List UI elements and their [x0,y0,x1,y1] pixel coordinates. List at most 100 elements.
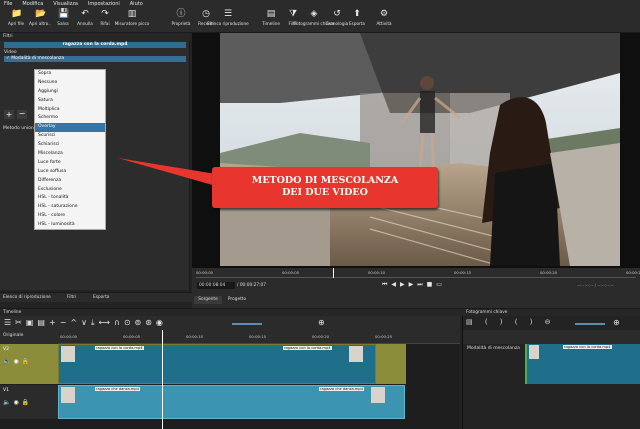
toolbar-label: Rifai [100,21,110,26]
toolbar-label: Apri file [7,21,25,26]
menu-item-2[interactable]: Visualizza [53,1,78,7]
blend-mode-option[interactable]: Overlay [35,123,105,133]
blend-mode-option[interactable]: Sopra [35,70,105,79]
master-track-label: Originale [0,330,58,344]
track-header-v2[interactable]: V2 🔈◉🔒 [0,344,58,384]
timeline-area: Originale 00:00:00 00:00:05 00:00:10 00:00:… [0,330,460,429]
timeline-zoom-slider[interactable] [232,323,262,325]
redo-icon: ↷ [101,9,109,19]
player-ruler-tick: 00:00:10 [368,270,386,275]
toolbar-label: Salva [57,21,69,26]
blend-mode-option[interactable]: Moltiplica [35,106,105,115]
filters-title: Filtri [3,34,13,39]
toolbar-label: Attività [376,21,392,26]
blend-mode-dropdown[interactable]: Sopra Nessuno Aggiungi Satura Moltiplica Sche… [34,69,106,230]
timeline-tool-icons[interactable]: ☰✂▣▤+−^∨⤓⟷∩⊙⊚⊛◉ [4,318,167,328]
save-icon: 💾 [58,9,70,19]
annotation-callout: METODO DI MESCOLANZA DEI DUE VIDEO [212,167,438,208]
track-v1-icons[interactable]: 🔈◉🔒 [3,399,32,406]
zoom-in-icon[interactable]: ⊕ [318,318,325,327]
blend-mode-option[interactable]: Nessuno [35,79,105,88]
toolbar-button-14[interactable]: ⚙ Attività [370,9,398,26]
timeline-playhead[interactable] [162,330,163,429]
clip-top-thumb-end [349,346,363,362]
keyframes-title: Fotogrammi chiave [466,310,508,315]
tab-source[interactable]: Sorgente [194,296,222,304]
menu-item-3[interactable]: Impostazioni [88,1,120,7]
menu-item-4[interactable]: Aiuto [130,1,143,7]
filter-item-blend[interactable]: ✓ Modalità di mescolanza [4,56,186,62]
toolbar-label: Misuratore picco [114,21,150,26]
panel-tab-2[interactable]: Esporta [93,295,109,300]
remove-filter-button[interactable]: − [17,110,27,119]
tab-project[interactable]: Progetto [223,296,251,304]
timeline-header: Timeline Fotogrammi chiave [0,308,640,316]
menu-item-1[interactable]: Modifica [22,1,43,7]
keyframe-tool-icons[interactable]: ▤ ( ) ( ) ⊖ [466,318,556,326]
blend-mode-option[interactable]: Miscelanza [35,150,105,159]
blend-mode-option[interactable]: Esclusione [35,186,105,195]
blend-mode-option[interactable]: Schermo [35,114,105,123]
clock-icon: ◷ [202,9,210,19]
blend-mode-option[interactable]: HSL - luminosità [35,221,105,230]
jobs-icon: ⚙ [379,9,389,19]
panel-tab-1[interactable]: Filtri [67,295,76,300]
keyframe-clip-thumb [529,345,539,359]
toolbar-label: Proprietà [171,21,191,26]
position-timecode[interactable]: 00:00:08:04 [197,282,235,289]
blend-mode-option[interactable]: Luce forte [35,159,105,168]
clip-top-name-1: ragazza con la corda.mp4 [95,346,144,350]
blend-mode-option[interactable]: HSL - colore [35,212,105,221]
track-header-v1[interactable]: V1 🔈◉🔒 [0,385,58,419]
clip-top-track[interactable]: ragazza con la corda.mp4 ragazza con la … [58,344,376,384]
toolbar-label: Apri altro.. [29,21,51,26]
menu-item-0[interactable]: File [4,1,12,7]
blend-mode-option[interactable]: Scurisci [35,132,105,141]
callout-arrow [118,158,216,186]
blend-mode-option[interactable]: Aggiungi [35,88,105,97]
player-playhead[interactable] [333,268,334,278]
toolbar-button-5[interactable]: ▥ Misuratore picco [115,9,150,26]
meter-icon: ▥ [127,9,137,19]
panel-tab-0[interactable]: Elenco di riproduzione [3,295,51,300]
player-controls: 00:00:00 00:00:05 00:00:10 00:00:15 00:00:20… [192,268,640,308]
blend-mode-option[interactable]: HSL - tonalità [35,194,105,203]
filters-title-bar: Filtri [0,33,190,41]
keyframe-filter-label: Modalità di mescolanza [467,346,520,351]
timeline-icon: ▤ [266,9,276,19]
transport-buttons[interactable]: ⏮◀▶▶⏭■▭ [382,281,446,289]
duration-timecode: / 00:00:27:07 [237,283,267,288]
keyframe-zoom-in-icon[interactable]: ⊕ [613,318,620,327]
keyframe-clip[interactable]: ragazza con la corda.mp4 [525,344,640,384]
timeline-ruler[interactable]: 00:00:00 00:00:05 00:00:10 00:00:15 00:00:20… [58,330,460,344]
timeline-ruler-tick: 00:00:05 [123,334,141,339]
filter-section-label: Video [4,50,17,55]
timeline-ruler-tick: 00:00:20 [312,334,330,339]
filter-clip-name: ragazza con la corda.mp4 [4,42,186,48]
player-ruler-tick: 00:00:05 [282,270,300,275]
toolbar-button-6[interactable]: ⓘ Proprietà [167,9,195,26]
info-icon: ⓘ [176,9,186,19]
clip-bottom-name-2: ragazza che danza.mp4 [319,387,364,391]
track-name-v1: V1 [3,388,9,393]
right-timecode: --:--:--:-- / --:--:--:-- [577,283,614,288]
add-filter-button[interactable]: + [4,110,14,119]
toolbar-button-13[interactable]: ⬆ Esporta [343,9,371,26]
blend-mode-option[interactable]: Satura [35,97,105,106]
clip-bottom-track[interactable]: ragazza che danza.mp4 ragazza che danza.… [58,385,405,419]
clip-bottom-thumb-end [371,387,385,403]
blend-mode-option[interactable]: Luce soffusa [35,168,105,177]
blend-mode-option[interactable]: Differenza [35,177,105,186]
blend-mode-option[interactable]: Schiarisci [35,141,105,150]
export-icon: ⬆ [353,9,361,19]
keyframe-zoom-slider[interactable] [575,323,605,325]
toolbar-label: Timeline [262,21,280,26]
blend-mode-option[interactable]: HSL - saturazione [35,203,105,212]
history-icon: ↺ [333,9,341,19]
player-ruler[interactable]: 00:00:00 00:00:05 00:00:10 00:00:15 00:00:20… [196,268,640,278]
toolbar: 📁 Apri file 📂 Apri altro.. 💾 Salva ↶ Annulla ↷ Ri… [0,8,640,33]
toolbar-button-8[interactable]: ☰ Elenco riproduzione [207,9,248,26]
clip-bottom-name-1: ragazza che danza.mp4 [95,387,140,391]
panel-tabs: Elenco di riproduzione Filtri Esporta [0,292,192,302]
track-v2-icons[interactable]: 🔈◉🔒 [3,358,32,365]
